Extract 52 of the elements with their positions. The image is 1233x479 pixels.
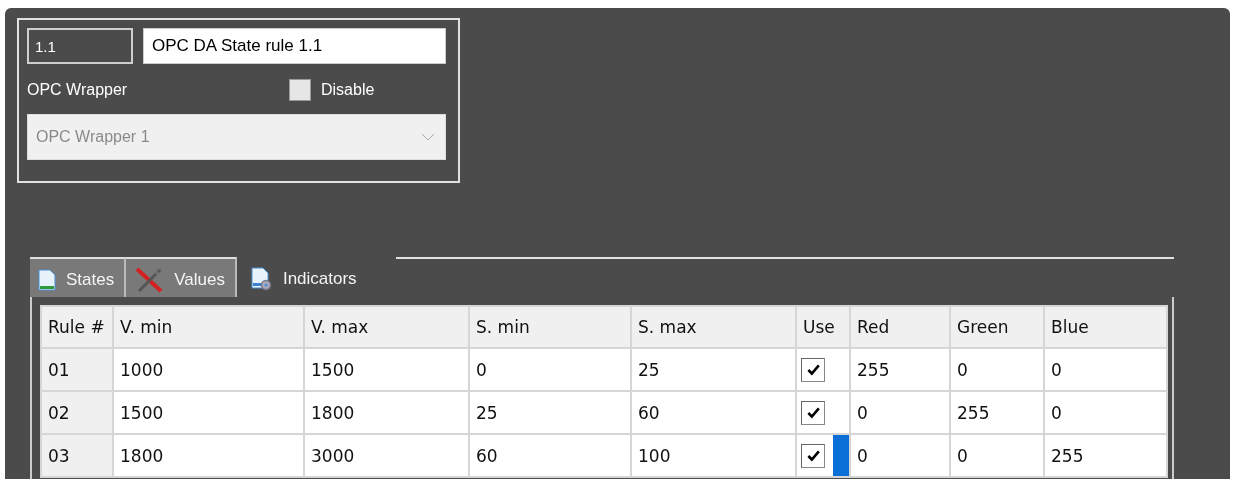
table-cell: 255	[1044, 434, 1167, 477]
column-header: S. max	[631, 306, 796, 348]
column-header: V. max	[304, 306, 469, 348]
table-cell: 1500	[113, 391, 304, 434]
column-header: S. min	[469, 306, 631, 348]
document-icon	[38, 269, 56, 291]
table-cell: 0	[469, 348, 631, 391]
table-cell: 0	[950, 348, 1044, 391]
table-cell: 25	[631, 348, 796, 391]
row-header: 03	[41, 434, 113, 477]
table-cell: 0	[850, 391, 950, 434]
column-header: Green	[950, 306, 1044, 348]
wrapper-label: OPC Wrapper	[27, 81, 129, 99]
column-header: Blue	[1044, 306, 1167, 348]
table-cell: 0	[950, 434, 1044, 477]
column-header: Red	[850, 306, 950, 348]
table-cell: 255	[850, 348, 950, 391]
settings-document-icon	[250, 267, 273, 291]
use-checkbox[interactable]	[801, 400, 825, 425]
tab[interactable]: Values	[126, 257, 237, 297]
table-cell: 1800	[304, 391, 469, 434]
table-cell: 1500	[304, 348, 469, 391]
column-header: Use	[796, 306, 850, 348]
row-header: 01	[41, 348, 113, 391]
table-cell: 25	[469, 391, 631, 434]
checkmark-icon	[806, 448, 820, 463]
use-checkbox[interactable]	[801, 357, 825, 382]
use-cell[interactable]	[796, 391, 850, 434]
row-header: 02	[41, 391, 113, 434]
tools-icon	[134, 267, 165, 293]
table-cell: 0	[1044, 348, 1167, 391]
name-field[interactable]: OPC DA State rule 1.1	[143, 28, 446, 64]
table-cell: 60	[631, 391, 796, 434]
table-cell: 0	[1044, 391, 1167, 434]
table-cell: 1800	[113, 434, 304, 477]
use-cell[interactable]	[796, 434, 850, 477]
disable-checkbox[interactable]: Disable	[289, 79, 375, 101]
column-header: Rule #	[41, 306, 113, 348]
checkmark-icon	[806, 405, 820, 420]
table-cell: 3000	[304, 434, 469, 477]
tab[interactable]: States	[30, 257, 127, 297]
id-field[interactable]: 1.1	[27, 28, 133, 64]
table-cell: 1000	[113, 348, 304, 391]
caret-icon	[421, 133, 435, 141]
use-cell[interactable]	[796, 348, 850, 391]
table-cell: 100	[631, 434, 796, 477]
table-cell: 255	[950, 391, 1044, 434]
use-checkbox[interactable]	[801, 443, 825, 468]
table-cell: 60	[469, 434, 631, 477]
table-cell: 0	[850, 434, 950, 477]
checkmark-icon	[806, 362, 820, 377]
column-header: V. min	[113, 306, 304, 348]
